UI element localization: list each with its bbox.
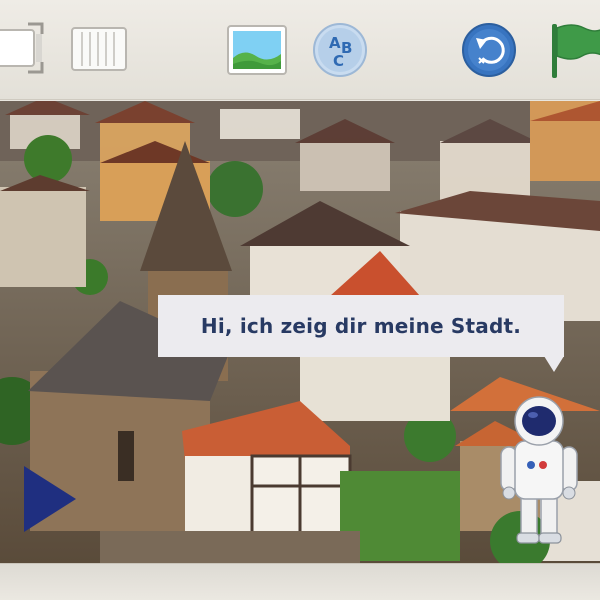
astronaut	[500, 396, 578, 544]
scene: Hi, ich zeig dir meine Stadt.	[0, 101, 600, 563]
undo-arrow-icon[interactable]	[461, 22, 517, 78]
triangle-left-icon[interactable]	[22, 464, 78, 534]
landscape-image-icon[interactable]	[226, 24, 288, 76]
page-grid-icon[interactable]	[70, 26, 128, 72]
abc-letters-icon[interactable]: A B C	[312, 22, 368, 78]
abc-letter-a: A	[329, 34, 341, 52]
green-flag-icon[interactable]	[548, 20, 600, 80]
frame-icon[interactable]	[0, 22, 48, 74]
toolbar: A B C	[0, 0, 600, 100]
abc-letter-c: C	[333, 52, 344, 70]
bottom-bar	[0, 563, 600, 600]
speech-bubble-tail	[544, 356, 564, 372]
speech-bubble: Hi, ich zeig dir meine Stadt.	[158, 295, 564, 357]
speech-bubble-text: Hi, ich zeig dir meine Stadt.	[200, 314, 522, 338]
